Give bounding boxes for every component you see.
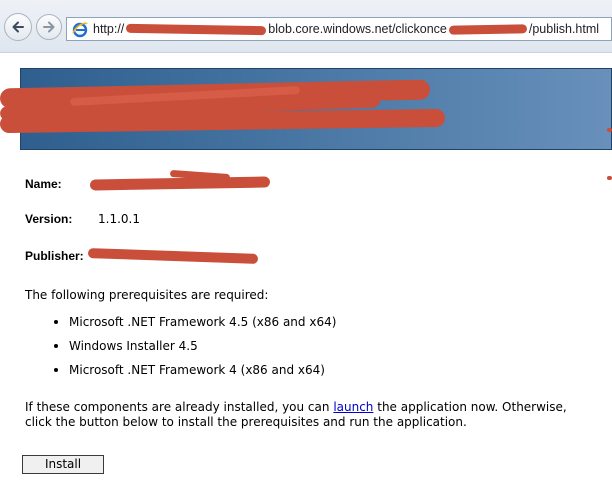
version-label: Version:: [25, 212, 73, 226]
prerequisite-text: Windows Installer 4.5: [69, 339, 198, 353]
prerequisite-text: Microsoft .NET Framework 4.5 (x86 and x6…: [69, 315, 337, 329]
forward-arrow-icon: [43, 21, 55, 33]
address-bar[interactable]: http:// blob.core.windows.net/clickonce/p…: [66, 17, 612, 41]
back-arrow-icon: [12, 21, 24, 33]
browser-toolbar: http:// blob.core.windows.net/clickonce/p…: [0, 0, 612, 53]
back-button[interactable]: [4, 13, 32, 41]
bullet-icon: [54, 368, 58, 372]
url-text: http:// blob.core.windows.net/clickonce/p…: [93, 22, 599, 36]
publisher-label: Publisher:: [25, 249, 84, 263]
install-button[interactable]: Install: [22, 455, 104, 474]
bullet-icon: [54, 344, 58, 348]
redaction-mark: [448, 24, 527, 35]
internet-explorer-icon: [72, 22, 88, 38]
name-redaction: [89, 176, 271, 191]
launch-link[interactable]: launch: [333, 400, 373, 414]
url-middle: blob.core.windows.net/clickonce: [268, 22, 447, 36]
instructions-line1-start: If these components are already installe…: [25, 400, 334, 414]
list-item: Microsoft .NET Framework 4.5 (x86 and x6…: [52, 314, 336, 338]
bullet-icon: [54, 320, 58, 324]
redaction-mark: [126, 23, 267, 36]
prerequisite-text: Microsoft .NET Framework 4 (x86 and x64): [69, 363, 325, 377]
instructions-line2: click the button below to install the pr…: [25, 415, 467, 429]
name-label: Name:: [25, 177, 62, 191]
list-item: Microsoft .NET Framework 4 (x86 and x64): [52, 362, 336, 386]
instructions-text: If these components are already installe…: [25, 400, 605, 430]
prerequisites-intro: The following prerequisites are required…: [25, 288, 269, 302]
version-value: 1.1.0.1: [98, 212, 140, 226]
instructions-line1-end: the application now. Otherwise,: [373, 400, 567, 414]
url-suffix: /publish.html: [528, 22, 600, 36]
redaction-mark: [607, 128, 612, 132]
prerequisites-list: Microsoft .NET Framework 4.5 (x86 and x6…: [52, 314, 336, 386]
redaction-mark: [607, 176, 612, 180]
forward-button[interactable]: [36, 14, 62, 40]
list-item: Windows Installer 4.5: [52, 338, 336, 362]
url-prefix: http://: [93, 22, 125, 36]
publisher-redaction: [87, 248, 259, 264]
